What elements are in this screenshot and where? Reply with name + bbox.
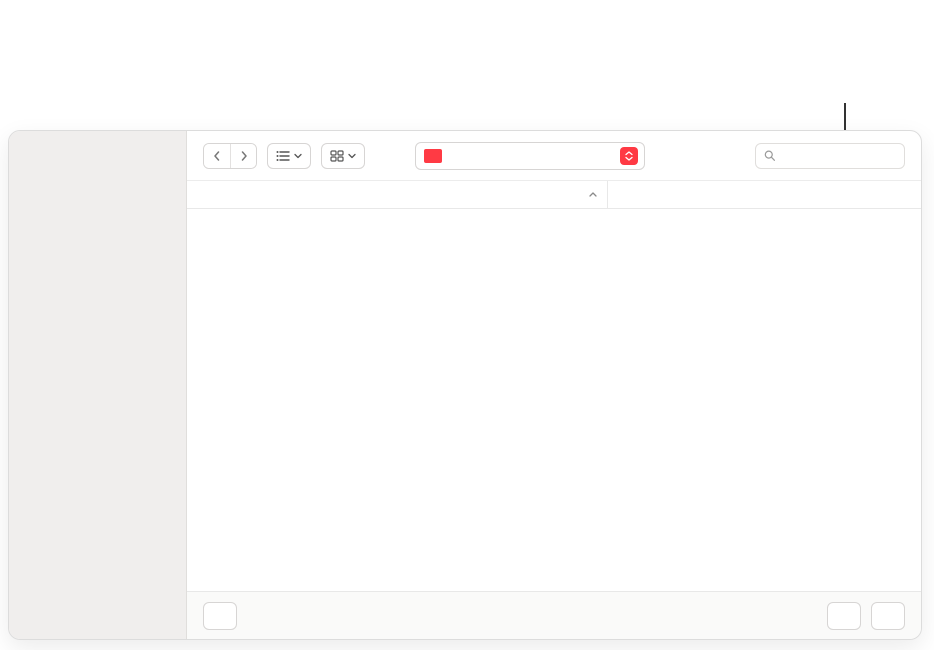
sidebar	[9, 131, 187, 639]
chevron-down-icon	[348, 152, 356, 160]
view-list-button[interactable]	[267, 143, 311, 169]
chevron-right-icon	[239, 151, 249, 161]
list-icon	[276, 150, 290, 162]
nav-button-group	[203, 143, 257, 169]
file-list	[187, 209, 921, 591]
group-button[interactable]	[321, 143, 365, 169]
choose-button[interactable]	[871, 602, 905, 630]
chevron-down-icon	[294, 152, 302, 160]
column-header	[187, 181, 921, 209]
column-name[interactable]	[187, 191, 607, 199]
sort-indicator-icon	[589, 191, 597, 199]
music-folder-icon	[424, 149, 442, 163]
search-input[interactable]	[781, 148, 896, 163]
toolbar	[187, 131, 921, 181]
cancel-button[interactable]	[827, 602, 861, 630]
search-field[interactable]	[755, 143, 905, 169]
forward-button[interactable]	[230, 144, 256, 168]
dialog-footer	[187, 591, 921, 639]
location-picker[interactable]	[415, 142, 645, 170]
column-kind[interactable]	[607, 181, 921, 208]
new-folder-button[interactable]	[203, 602, 237, 630]
back-button[interactable]	[204, 144, 230, 168]
location-dropdown-icon	[620, 147, 638, 165]
grid-icon	[330, 150, 344, 162]
file-chooser-window	[8, 130, 922, 640]
search-icon	[764, 149, 775, 162]
main-pane	[187, 131, 921, 639]
chevron-left-icon	[212, 151, 222, 161]
